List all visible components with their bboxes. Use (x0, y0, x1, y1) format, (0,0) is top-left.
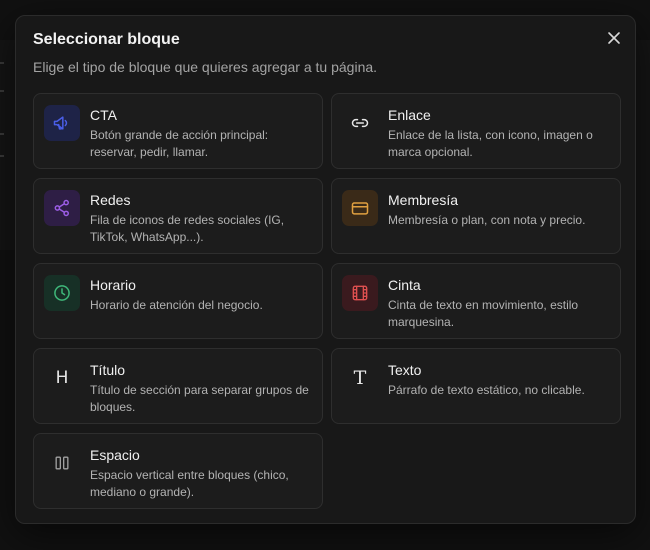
heading-glyph: H (55, 368, 69, 388)
block-option-texto[interactable]: T Texto Párrafo de texto estático, no cl… (331, 348, 621, 424)
background-mark (0, 62, 4, 64)
block-option-description: Cinta de texto en movimiento, estilo mar… (388, 298, 579, 329)
dialog-title: Seleccionar bloque (33, 31, 180, 48)
block-option-description: Horario de atención del negocio. (90, 298, 263, 312)
dialog-subtitle: Elige el tipo de bloque que quieres agre… (33, 59, 378, 75)
spacer-icon (44, 445, 80, 481)
card-icon (342, 190, 378, 226)
block-option-name: Enlace (388, 107, 431, 123)
block-option-name: Cinta (388, 277, 421, 293)
block-option-description: Fila de iconos de redes sociales (IG, Ti… (90, 213, 285, 244)
block-option-description: Título de sección para separar grupos de… (90, 383, 309, 414)
share-icon (44, 190, 80, 226)
block-option-cinta[interactable]: Cinta Cinta de texto en movimiento, esti… (331, 263, 621, 339)
text-icon: T (342, 360, 378, 396)
block-option-name: Horario (90, 277, 136, 293)
block-option-description: Párrafo de texto estático, no clicable. (388, 383, 585, 397)
block-option-espacio[interactable]: Espacio Espacio vertical entre bloques (… (33, 433, 323, 509)
block-option-name: Título (90, 362, 126, 378)
block-option-description: Espacio vertical entre bloques (chico, m… (90, 468, 289, 499)
background-mark (0, 90, 4, 92)
megaphone-icon (44, 105, 80, 141)
clock-icon (44, 275, 80, 311)
block-option-titulo[interactable]: H Título Título de sección para separar … (33, 348, 323, 424)
block-option-name: Espacio (90, 447, 140, 463)
select-block-dialog: Seleccionar bloque Elige el tipo de bloq… (15, 15, 636, 524)
block-option-name: Texto (388, 362, 422, 378)
block-option-horario[interactable]: Horario Horario de atención del negocio. (33, 263, 323, 339)
close-icon[interactable] (607, 31, 621, 45)
block-option-description: Botón grande de acción principal: reserv… (90, 128, 269, 159)
block-option-description: Membresía o plan, con nota y precio. (388, 213, 586, 227)
background-mark (0, 133, 4, 135)
block-option-membresia[interactable]: Membresía Membresía o plan, con nota y p… (331, 178, 621, 254)
block-option-name: Redes (90, 192, 131, 208)
block-option-cta[interactable]: CTA Botón grande de acción principal: re… (33, 93, 323, 169)
block-grid: CTA Botón grande de acción principal: re… (33, 93, 621, 509)
block-option-name: CTA (90, 107, 117, 123)
text-glyph: T (353, 367, 367, 389)
heading-icon: H (44, 360, 80, 396)
background-mark (0, 155, 4, 157)
block-option-name: Membresía (388, 192, 459, 208)
link-icon (342, 105, 378, 141)
block-option-enlace[interactable]: Enlace Enlace de la lista, con icono, im… (331, 93, 621, 169)
block-option-redes[interactable]: Redes Fila de iconos de redes sociales (… (33, 178, 323, 254)
film-icon (342, 275, 378, 311)
block-option-description: Enlace de la lista, con icono, imagen o … (388, 128, 593, 159)
